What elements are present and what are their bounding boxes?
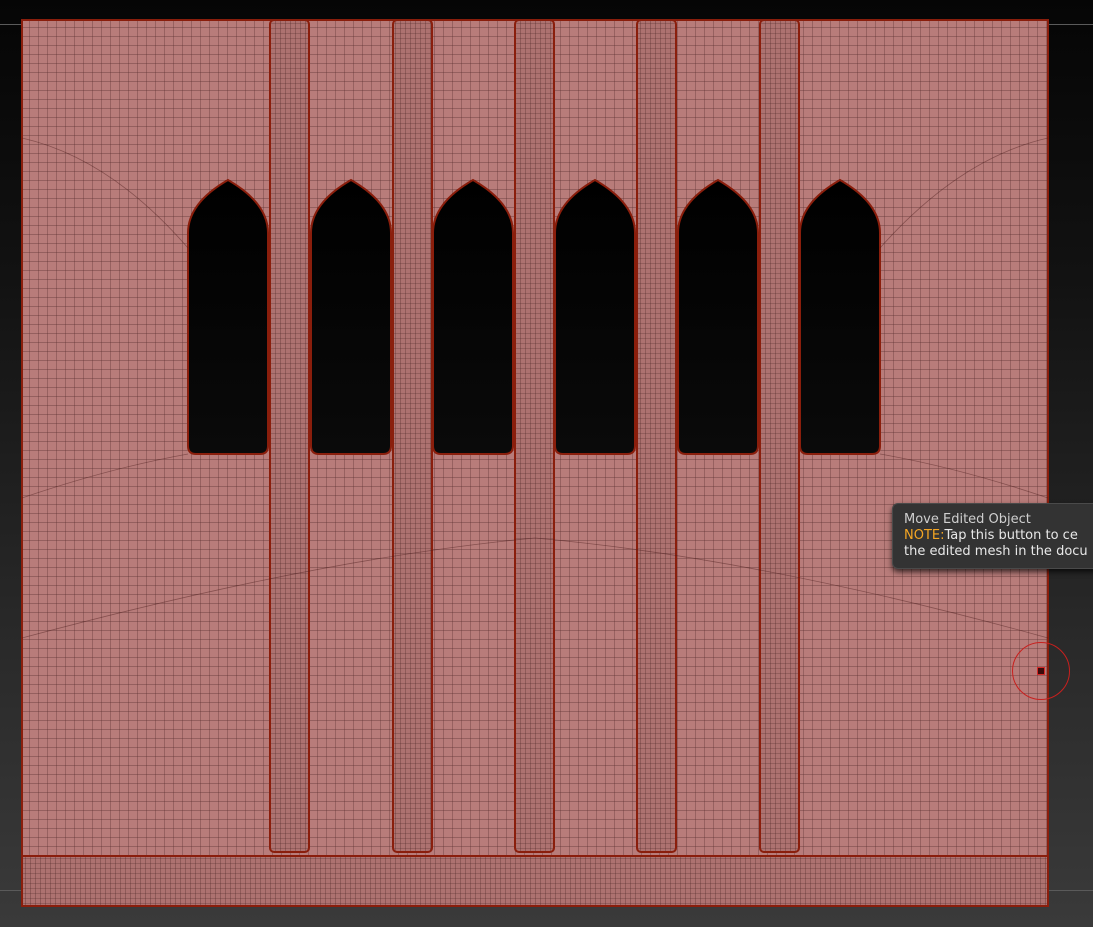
document-viewport[interactable]: Move Edited Object NOTE:Tap this button … [0, 0, 1093, 927]
move-edited-object-tooltip: Move Edited Object NOTE:Tap this button … [892, 503, 1093, 569]
tooltip-line-2: the edited mesh in the docu [904, 544, 1088, 559]
window-hole [677, 178, 759, 455]
window-hole [432, 178, 514, 455]
tooltip-line-1-text: Tap this button to ce [944, 528, 1078, 543]
post [636, 19, 677, 853]
mesh-svg [21, 19, 1049, 907]
window-hole [310, 178, 392, 455]
mesh-object[interactable] [20, 18, 1050, 908]
post [514, 19, 555, 853]
tooltip-line-1: NOTE:Tap this button to ce [904, 528, 1093, 544]
brush-cursor-icon [1012, 642, 1070, 700]
window-hole [187, 178, 269, 455]
tooltip-title: Move Edited Object [904, 512, 1031, 527]
panel-base [21, 855, 1049, 907]
tooltip-note-label: NOTE: [904, 528, 945, 543]
brush-center-dot [1037, 667, 1045, 675]
post [392, 19, 433, 853]
post [269, 19, 310, 853]
post [759, 19, 800, 853]
window-hole [799, 178, 881, 455]
window-hole [554, 178, 636, 455]
